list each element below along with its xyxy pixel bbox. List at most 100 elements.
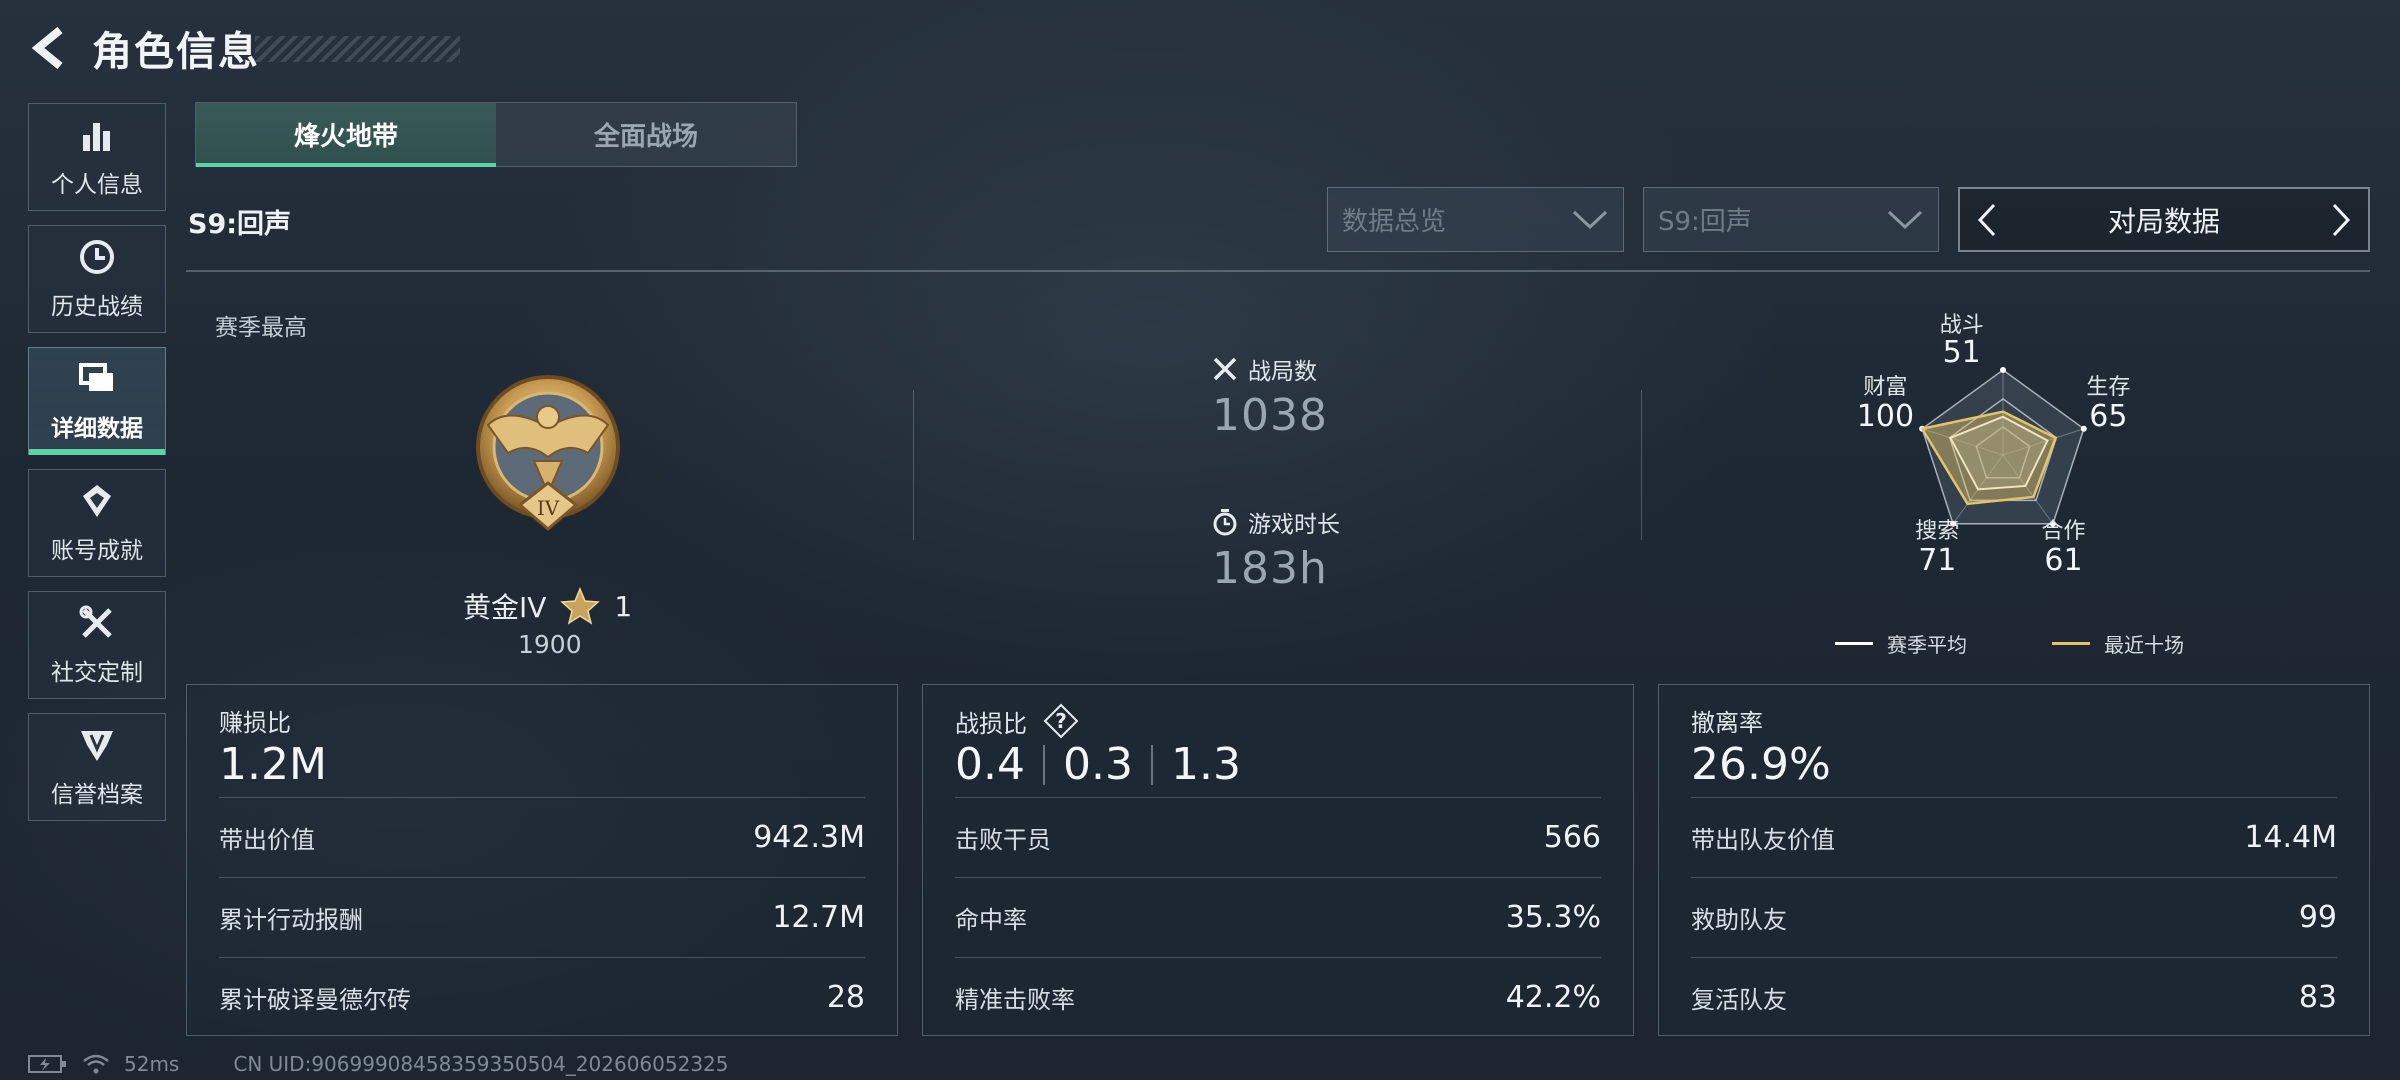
kd-value: 0.4 (955, 739, 1025, 790)
season-title: S9:回声 (188, 209, 292, 240)
row-value: 14.4M (2244, 820, 2337, 855)
sidebar-item-social[interactable]: 社交定制 (28, 591, 166, 699)
row-label: 精准击败率 (955, 986, 1075, 1014)
prev-button[interactable] (1960, 189, 2014, 250)
tab-warzone-zone[interactable]: 烽火地带 (196, 103, 496, 167)
playtime-stat: 游戏时长 183h (1212, 505, 1340, 594)
section-divider (186, 270, 2370, 272)
row-label: 累计行动报酬 (219, 906, 363, 934)
row-label: 救助队友 (1691, 906, 1787, 934)
legend-line-white (1835, 642, 1873, 645)
card-title: 撤离率 (1691, 709, 1763, 737)
gold-rank-medal-icon: IV (476, 375, 620, 531)
kd-values: 0.4 0.3 1.3 (955, 739, 1241, 790)
radar-vertex-dot (2000, 367, 2006, 373)
sidebar-item-label: 社交定制 (51, 660, 143, 686)
card-value: 1.2M (219, 739, 327, 790)
row-value: 28 (826, 980, 865, 1015)
radar-axis-label: 财富 (1863, 375, 1907, 400)
chevron-left-icon (1977, 203, 1996, 236)
radar-axis-label: 搜索 (1915, 519, 1959, 544)
stat-row: 累计破译曼德尔砖 28 (219, 957, 865, 1037)
sidebar-item-reputation[interactable]: 信誉档案 (28, 713, 166, 821)
page-title: 角色信息 (92, 29, 260, 75)
radar-axis-label: 合作 (2041, 519, 2085, 544)
kd-value: 1.3 (1170, 739, 1241, 790)
radar-vertex-dot (2080, 425, 2087, 432)
mode-tabs: 烽火地带 全面战场 (195, 102, 797, 167)
legend-line-gold (2052, 642, 2090, 645)
uid-text: CN UID:90699908458359350504_202606052325 (233, 1052, 729, 1076)
rank-score: 1900 (518, 630, 582, 659)
playtime-value: 183h (1212, 543, 1328, 594)
back-button[interactable] (28, 24, 72, 72)
sidebar-item-label: 详细数据 (51, 416, 143, 442)
legend-label: 赛季平均 (1887, 633, 1967, 657)
sidebar-item-label: 个人信息 (51, 172, 143, 198)
radar-axis-value: 100 (1857, 399, 1914, 434)
shield-wing-icon (77, 725, 117, 765)
extract-card: 撤离率 26.9% 带出队友价值 14.4M 救助队友 99 复活队友 83 (1658, 684, 2370, 1036)
rank-tier: 黄金IV (463, 591, 547, 624)
cards-icon (77, 359, 117, 399)
sidebar-item-label: 账号成就 (51, 538, 143, 564)
sidebar-item-personal-info[interactable]: 个人信息 (28, 103, 166, 211)
dropdown-value: S9:回声 (1658, 207, 1752, 237)
stopwatch-icon (1213, 509, 1237, 536)
radar-axis-label: 生存 (2086, 375, 2130, 400)
card-title-row: 战损比 ? (955, 703, 1079, 739)
sidebar-item-detailed-data[interactable]: 详细数据 (28, 347, 166, 455)
row-value: 12.7M (772, 900, 865, 935)
medal-numeral: IV (537, 496, 560, 520)
row-label: 命中率 (955, 906, 1027, 934)
stat-row: 复活队友 83 (1691, 957, 2337, 1037)
value-separator (1150, 744, 1153, 785)
row-label: 累计破译曼德尔砖 (219, 986, 411, 1014)
overview-dropdown[interactable]: 数据总览 (1327, 187, 1624, 252)
bar-chart-icon (77, 115, 117, 155)
value-separator (1042, 744, 1045, 785)
legend-season-avg: 赛季平均 (1835, 629, 1967, 658)
sidebar-item-history[interactable]: 历史战绩 (28, 225, 166, 333)
chevron-down-icon (1887, 210, 1923, 229)
matches-stat: 战局数 1038 (1212, 352, 1328, 441)
profit-card: 赚损比 1.2M 带出价值 942.3M 累计行动报酬 12.7M 累计破译曼德… (186, 684, 898, 1036)
page-header: 角色信息 (28, 22, 260, 75)
ability-radar-chart: 战斗51生存65合作61搜索71财富100 (1857, 313, 2131, 578)
next-button[interactable] (2314, 189, 2368, 250)
rank-stars: 1 (614, 589, 633, 623)
sidebar-item-achievements[interactable]: 账号成就 (28, 469, 166, 577)
row-value: 566 (1543, 820, 1601, 855)
row-value: 42.2% (1505, 980, 1601, 1015)
radar-axis-value: 71 (1918, 543, 1956, 578)
radar-axis-value: 51 (1943, 335, 1981, 370)
card-title: 赚损比 (219, 709, 291, 737)
chevron-right-icon (2332, 203, 2351, 236)
legend-label: 最近十场 (2104, 633, 2184, 657)
data-switcher: 对局数据 (1958, 187, 2370, 252)
help-question-icon[interactable]: ? (1043, 703, 1079, 739)
sidebar-item-label: 历史战绩 (51, 294, 143, 320)
row-label: 击败干员 (955, 826, 1051, 854)
active-indicator (29, 449, 165, 455)
season-dropdown[interactable]: S9:回声 (1643, 187, 1939, 252)
tab-full-battlefield[interactable]: 全面战场 (496, 103, 796, 166)
sidebar-item-label: 信誉档案 (51, 782, 143, 808)
column-divider (1641, 390, 1642, 540)
row-value: 83 (2298, 980, 2337, 1015)
tools-icon (77, 603, 117, 643)
row-label: 带出价值 (219, 826, 315, 854)
kd-value: 0.3 (1062, 739, 1133, 790)
stat-row: 带出队友价值 14.4M (1691, 797, 2337, 877)
kd-card: 战损比 ? 0.4 0.3 1.3 击败干员 566 命中率 35.3% 精准击… (922, 684, 1634, 1036)
back-arrow-icon (31, 26, 63, 70)
stat-row: 带出价值 942.3M (219, 797, 865, 877)
crossed-swords-icon (1213, 357, 1237, 381)
dropdown-value: 数据总览 (1342, 207, 1447, 237)
card-value: 26.9% (1691, 739, 1831, 790)
star-icon (560, 587, 601, 625)
switcher-label: 对局数据 (2107, 204, 2220, 238)
radar-axis-value: 65 (2089, 399, 2127, 434)
season-best-label: 赛季最高 (215, 315, 307, 341)
chevron-down-icon (1572, 210, 1608, 229)
